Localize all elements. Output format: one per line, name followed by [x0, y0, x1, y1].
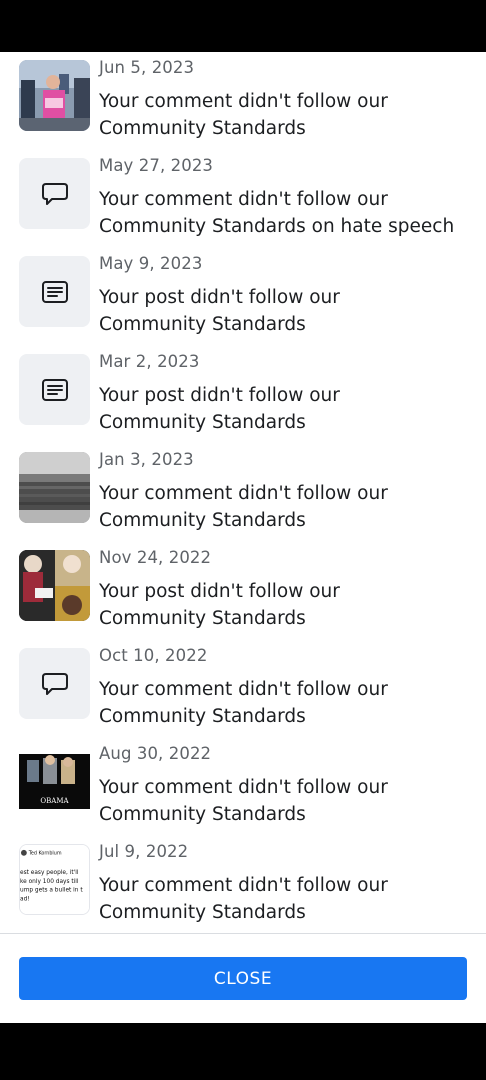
violation-date: Nov 24, 2022 [99, 548, 212, 567]
comment-icon [41, 672, 68, 695]
violation-message: Your comment didn't follow our Community… [99, 189, 455, 237]
violation-message: Your post didn't follow our Community St… [99, 385, 340, 433]
tweet-screenshot-thumbnail: Ted Kornblum est easy people, it'll ke o… [19, 844, 90, 915]
violation-message: Your post didn't follow our Community St… [99, 287, 340, 335]
post-icon [41, 378, 68, 401]
violation-date: Mar 2, 2023 [99, 352, 200, 371]
violation-date: Jul 9, 2022 [99, 842, 189, 861]
obama-caption: OBAMA [40, 797, 69, 805]
violation-item[interactable]: Jun 5, 2023 Your comment didn't follow o… [0, 52, 486, 150]
obama-photo-thumbnail: OBAMA [19, 746, 90, 817]
post-thumbnail [19, 256, 90, 327]
navigation-bar [0, 1023, 486, 1080]
restrictions-sheet: Jun 5, 2023 Your comment didn't follow o… [0, 52, 486, 1023]
violation-date: Jun 5, 2023 [99, 58, 195, 77]
violation-item[interactable]: Oct 10, 2022 Your comment didn't follow … [0, 640, 486, 738]
violation-message: Your comment didn't follow our Community… [99, 483, 388, 531]
violation-message: Your comment didn't follow our Community… [99, 777, 388, 825]
violation-item[interactable]: OBAMA Aug 30, 2022 Your comment didn't f… [0, 738, 486, 836]
comment-thumbnail [19, 158, 90, 229]
crowd-photo-thumbnail [19, 452, 90, 523]
violation-date: May 27, 2023 [99, 156, 214, 175]
violation-item[interactable]: Ted Kornblum est easy people, it'll ke o… [0, 836, 486, 933]
violation-item[interactable]: Mar 2, 2023 Your post didn't follow our … [0, 346, 486, 444]
violation-message: Your post didn't follow our Community St… [99, 581, 340, 629]
tweet-line: est easy people, it'll [20, 870, 79, 876]
tweet-author: Ted Kornblum [28, 851, 62, 857]
violation-list[interactable]: Jun 5, 2023 Your comment didn't follow o… [0, 52, 486, 933]
post-icon [41, 280, 68, 303]
protest-photo-thumbnail [19, 60, 90, 131]
tweet-line: ump gets a bullet in t [20, 888, 83, 894]
comment-icon [41, 182, 68, 205]
status-bar [0, 0, 486, 52]
violation-item[interactable]: May 9, 2023 Your post didn't follow our … [0, 248, 486, 346]
footer-divider [0, 933, 486, 934]
violation-date: Aug 30, 2022 [99, 744, 212, 763]
violation-item[interactable]: May 27, 2023 Your comment didn't follow … [0, 150, 486, 248]
comment-thumbnail [19, 648, 90, 719]
violation-item[interactable]: Nov 24, 2022 Your post didn't follow our… [0, 542, 486, 640]
violation-date: Jan 3, 2023 [99, 450, 194, 469]
violation-item[interactable]: Jan 3, 2023 Your comment didn't follow o… [0, 444, 486, 542]
tweet-line: ad! [20, 896, 30, 902]
violation-date: Oct 10, 2022 [99, 646, 208, 665]
violation-message: Your comment didn't follow our Community… [99, 91, 388, 139]
tweet-line: ke only 100 days till [20, 879, 79, 885]
violation-message: Your comment didn't follow our Community… [99, 679, 388, 727]
collage-photo-thumbnail [19, 550, 90, 621]
violation-date: May 9, 2023 [99, 254, 203, 273]
violation-message: Your comment didn't follow our Community… [99, 875, 388, 923]
close-button[interactable]: CLOSE [19, 957, 467, 1000]
post-thumbnail [19, 354, 90, 425]
